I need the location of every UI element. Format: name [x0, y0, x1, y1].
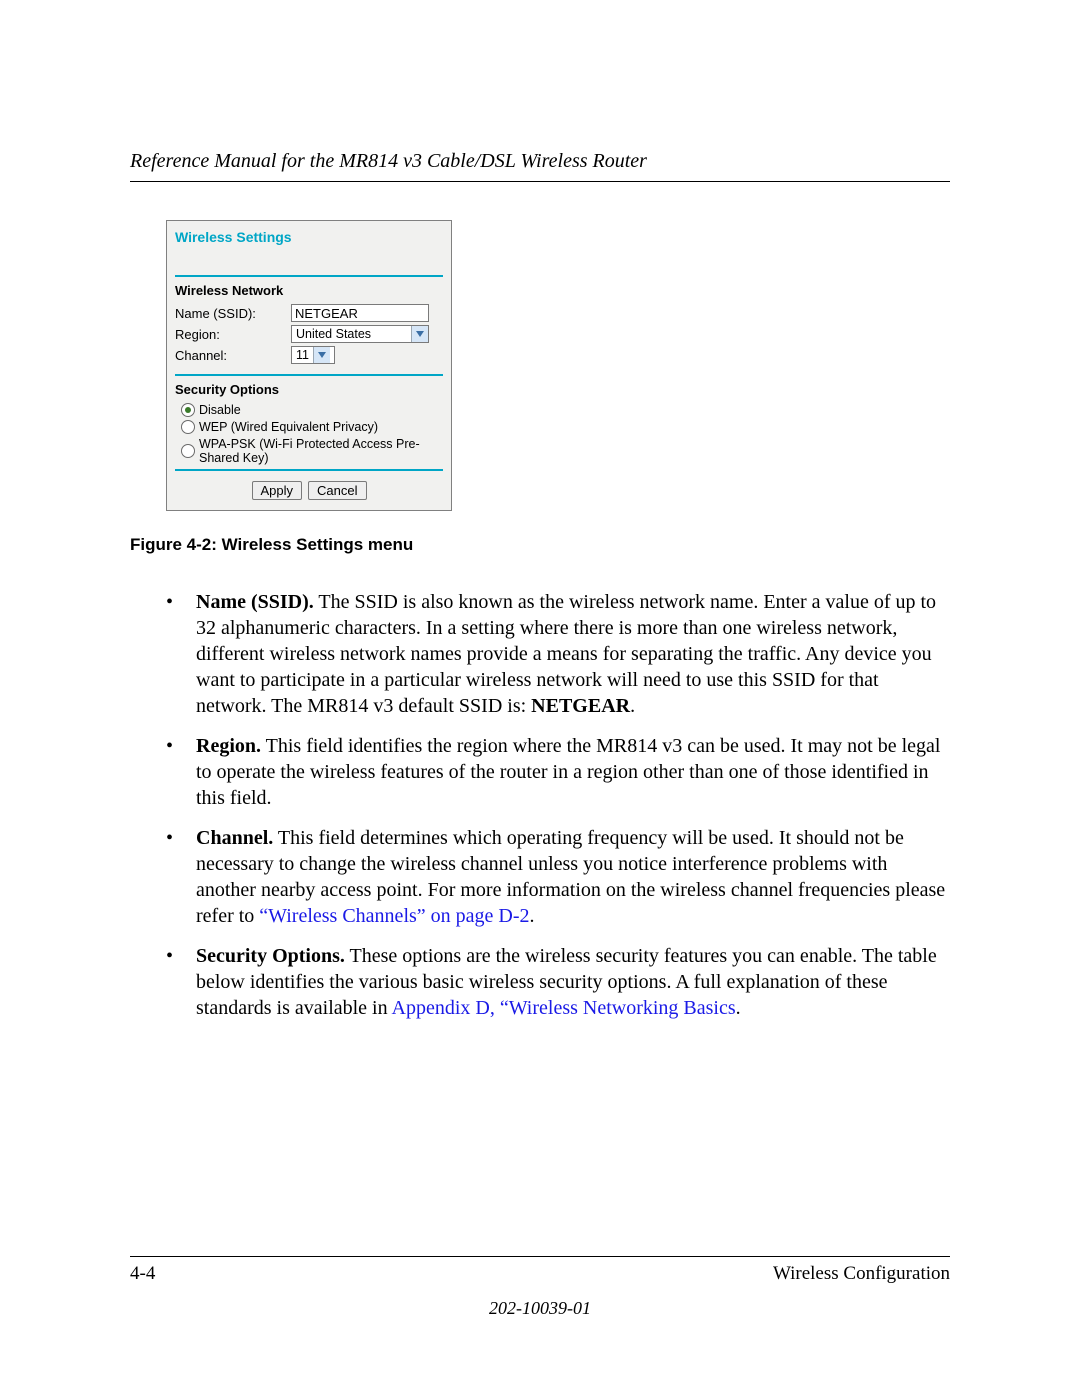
ssid-row: Name (SSID): — [175, 304, 443, 322]
chevron-down-icon — [313, 347, 330, 363]
radio-icon — [181, 444, 195, 458]
radio-label: Disable — [199, 403, 241, 417]
wireless-channels-link[interactable]: “Wireless Channels” on page D-2 — [259, 905, 529, 927]
item-tail: . — [630, 695, 635, 717]
wireless-settings-panel: Wireless Settings Wireless Network Name … — [166, 220, 452, 511]
channel-select[interactable]: 11 — [291, 346, 335, 364]
footer: 4-4 Wireless Configuration — [130, 1263, 950, 1285]
manual-page: Reference Manual for the MR814 v3 Cable/… — [0, 0, 1080, 1397]
button-row: Apply Cancel — [175, 481, 443, 500]
document-number: 202-10039-01 — [0, 1298, 1080, 1319]
security-wpa-option[interactable]: WPA-PSK (Wi-Fi Protected Access Pre-Shar… — [181, 437, 443, 465]
item-lead: Security Options. — [196, 945, 345, 967]
radio-icon — [181, 403, 195, 417]
region-row: Region: United States — [175, 325, 443, 343]
channel-label: Channel: — [175, 348, 291, 363]
chevron-down-icon — [411, 326, 428, 342]
divider — [175, 374, 443, 376]
security-disable-option[interactable]: Disable — [181, 403, 443, 417]
list-item: Region. This field identifies the region… — [166, 733, 950, 811]
figure-caption: Figure 4-2: Wireless Settings menu — [130, 535, 950, 555]
figure-image: Wireless Settings Wireless Network Name … — [166, 220, 950, 511]
ssid-input[interactable] — [291, 304, 429, 322]
region-label: Region: — [175, 327, 291, 342]
list-item: Security Options. These options are the … — [166, 943, 950, 1021]
section-heading-security: Security Options — [175, 382, 443, 397]
list-item: Channel. This field determines which ope… — [166, 825, 950, 929]
list-item: Name (SSID). The SSID is also known as t… — [166, 589, 950, 719]
appendix-d-link[interactable]: Appendix D, “Wireless Networking Basics — [392, 997, 736, 1019]
ssid-label: Name (SSID): — [175, 306, 291, 321]
radio-label: WEP (Wired Equivalent Privacy) — [199, 420, 378, 434]
running-head: Reference Manual for the MR814 v3 Cable/… — [130, 150, 950, 182]
section-name: Wireless Configuration — [773, 1263, 950, 1285]
radio-label: WPA-PSK (Wi-Fi Protected Access Pre-Shar… — [199, 437, 443, 465]
item-tail: . — [530, 905, 535, 927]
item-tail: . — [736, 997, 741, 1019]
channel-value: 11 — [292, 347, 313, 363]
divider — [175, 469, 443, 471]
item-lead: Channel. — [196, 827, 273, 849]
channel-row: Channel: 11 — [175, 346, 443, 364]
item-lead: Name (SSID). — [196, 591, 314, 613]
security-wep-option[interactable]: WEP (Wired Equivalent Privacy) — [181, 420, 443, 434]
radio-icon — [181, 420, 195, 434]
default-ssid-value: NETGEAR — [531, 695, 630, 717]
apply-button[interactable]: Apply — [252, 481, 303, 500]
description-list: Name (SSID). The SSID is also known as t… — [166, 589, 950, 1021]
panel-title: Wireless Settings — [175, 227, 443, 249]
region-value: United States — [292, 326, 411, 342]
page-number: 4-4 — [130, 1263, 155, 1285]
footer-rule — [130, 1256, 950, 1257]
cancel-button[interactable]: Cancel — [308, 481, 366, 500]
section-heading-network: Wireless Network — [175, 283, 443, 298]
item-text: This field identifies the region where t… — [196, 735, 940, 809]
divider — [175, 275, 443, 277]
region-select[interactable]: United States — [291, 325, 429, 343]
item-lead: Region. — [196, 735, 261, 757]
